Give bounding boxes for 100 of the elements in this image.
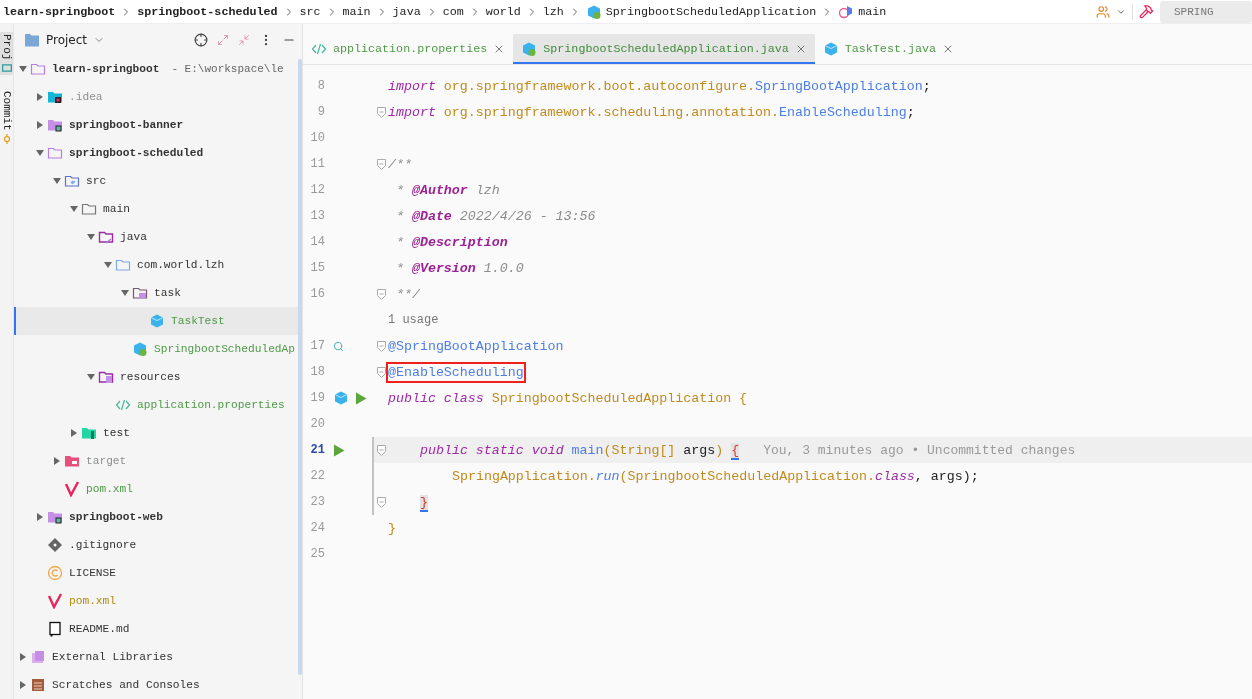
collapsed-arrow-icon[interactable] xyxy=(36,513,44,521)
breadcrumb[interactable]: SpringbootScheduledApplication xyxy=(582,3,820,20)
code-line: /** xyxy=(387,155,413,174)
cube-icon xyxy=(585,3,602,20)
commit-icon xyxy=(1,134,12,144)
tree-item[interactable]: java xyxy=(14,223,302,251)
tree-item-label: task xyxy=(154,287,181,299)
run-configuration-field[interactable]: SPRING xyxy=(1160,0,1252,23)
search-icon[interactable] xyxy=(333,340,344,352)
line-number: 12 xyxy=(309,183,325,197)
breadcrumb[interactable]: lzh xyxy=(539,4,567,19)
tree-item-label: SpringbootScheduledAp xyxy=(154,343,295,355)
resources-folder-icon xyxy=(98,369,114,385)
run-icon[interactable] xyxy=(333,443,345,457)
java-folder-icon xyxy=(98,229,114,245)
run-icon[interactable] xyxy=(355,391,367,405)
expanded-arrow-icon[interactable] xyxy=(121,289,129,297)
expanded-arrow-icon[interactable] xyxy=(53,177,61,185)
collapsed-arrow-icon[interactable] xyxy=(70,429,78,437)
scratches-icon xyxy=(30,677,46,693)
side-tab[interactable]: Proj xyxy=(0,32,13,76)
line-number: 23 xyxy=(309,495,325,509)
collapsed-arrow-icon[interactable] xyxy=(36,93,44,101)
expanded-arrow-icon[interactable] xyxy=(104,261,112,269)
idea-folder-icon xyxy=(47,89,63,105)
fold-marker-icon[interactable] xyxy=(376,496,386,508)
tree-item[interactable]: resources xyxy=(14,363,302,391)
tree-item[interactable]: springboot-scheduled xyxy=(14,139,302,167)
tree-item-label: springboot-scheduled xyxy=(69,147,204,159)
expanded-arrow-icon[interactable] xyxy=(36,149,44,157)
fold-marker-icon[interactable] xyxy=(376,106,386,118)
tree-item[interactable]: README.md xyxy=(14,615,302,643)
breadcrumb[interactable]: learn-springboot xyxy=(0,4,119,19)
fold-marker-icon[interactable] xyxy=(376,340,386,352)
breadcrumb[interactable]: com xyxy=(439,4,467,19)
usage-hint[interactable]: 1 usage xyxy=(388,313,439,327)
tree-item[interactable]: com.world.lzh xyxy=(14,251,302,279)
panel-title[interactable]: Project xyxy=(46,32,88,47)
tree-item[interactable]: LICENSE xyxy=(14,559,302,587)
tree-item-label: .idea xyxy=(69,91,103,103)
breadcrumb[interactable]: main xyxy=(339,4,374,19)
cube-icon xyxy=(132,341,148,357)
code-line: import org.springframework.scheduling.annotation.EnableScheduling; xyxy=(387,103,916,122)
tree-item[interactable]: .gitignore xyxy=(14,531,302,559)
collapsed-arrow-icon[interactable] xyxy=(53,457,61,465)
tree-item[interactable]: test xyxy=(14,419,302,447)
line-number: 18 xyxy=(309,365,325,379)
tree-item[interactable]: External Libraries xyxy=(14,643,302,671)
tree-item-label: TaskTest xyxy=(171,315,225,327)
scrollbar[interactable] xyxy=(298,59,302,675)
fold-marker-icon[interactable] xyxy=(376,444,386,456)
hammer-icon[interactable] xyxy=(1139,4,1154,19)
diamond-icon xyxy=(47,537,63,553)
target-icon[interactable] xyxy=(194,32,208,47)
side-tab[interactable]: Commit xyxy=(0,89,13,146)
tree-item[interactable]: Scratches and Consoles xyxy=(14,671,302,699)
line-number: 24 xyxy=(309,521,325,535)
tree-item[interactable]: main xyxy=(14,195,302,223)
close-icon[interactable] xyxy=(942,43,954,55)
excluded-folder-icon xyxy=(64,453,80,469)
collapsed-arrow-icon[interactable] xyxy=(36,121,44,129)
expanded-arrow-icon[interactable] xyxy=(87,373,95,381)
tree-item[interactable]: src xyxy=(14,167,302,195)
collapsed-arrow-icon[interactable] xyxy=(19,653,27,661)
tree-item-label: springboot-web xyxy=(69,511,163,523)
line-number: 10 xyxy=(309,131,325,145)
line-number: 17 xyxy=(309,339,325,353)
code-line: SpringApplication.run(SpringbootScheduledApplication.class, args); xyxy=(451,467,980,486)
line-number: 9 xyxy=(316,105,325,119)
expanded-arrow-icon[interactable] xyxy=(19,65,27,73)
expanded-arrow-icon[interactable] xyxy=(87,233,95,241)
expanded-arrow-icon[interactable] xyxy=(70,205,78,213)
tree-item[interactable]: springboot-web xyxy=(14,503,302,531)
book-icon xyxy=(47,621,63,637)
source-folder-icon xyxy=(64,173,80,189)
breadcrumb[interactable]: springboot-scheduled xyxy=(134,4,281,19)
module-folder-icon xyxy=(47,117,63,133)
folder-icon xyxy=(30,61,46,77)
breadcrumb[interactable]: world xyxy=(482,4,524,19)
folder-icon xyxy=(47,145,63,161)
line-number: 14 xyxy=(309,235,325,249)
code-line: import org.springframework.boot.autoconfigure.SpringBootApplication; xyxy=(387,77,932,96)
fold-marker-icon[interactable] xyxy=(376,158,386,170)
breadcrumb[interactable]: main xyxy=(835,3,890,20)
code-line: * @Author lzh xyxy=(394,181,501,200)
fold-marker-icon[interactable] xyxy=(376,288,386,300)
line-number: 21 xyxy=(309,443,325,457)
line-number: 22 xyxy=(309,469,325,483)
collapsed-arrow-icon[interactable] xyxy=(19,681,27,689)
cube-icon xyxy=(822,41,839,57)
breadcrumb[interactable]: src xyxy=(296,4,324,19)
fold-marker-icon[interactable] xyxy=(376,366,386,378)
tree-item[interactable]: task xyxy=(14,279,302,307)
tree-item[interactable]: springboot-banner xyxy=(14,111,302,139)
editor-tab[interactable]: SpringbootScheduledApplication.java xyxy=(513,34,815,64)
tree-item[interactable]: learn-springboot - E:\workspace\le xyxy=(14,55,302,83)
breadcrumb[interactable]: java xyxy=(389,4,424,19)
code-line: public static void main(String[] args) { xyxy=(419,441,741,461)
users-icon[interactable] xyxy=(1096,4,1110,19)
package-folder-icon xyxy=(132,285,148,301)
